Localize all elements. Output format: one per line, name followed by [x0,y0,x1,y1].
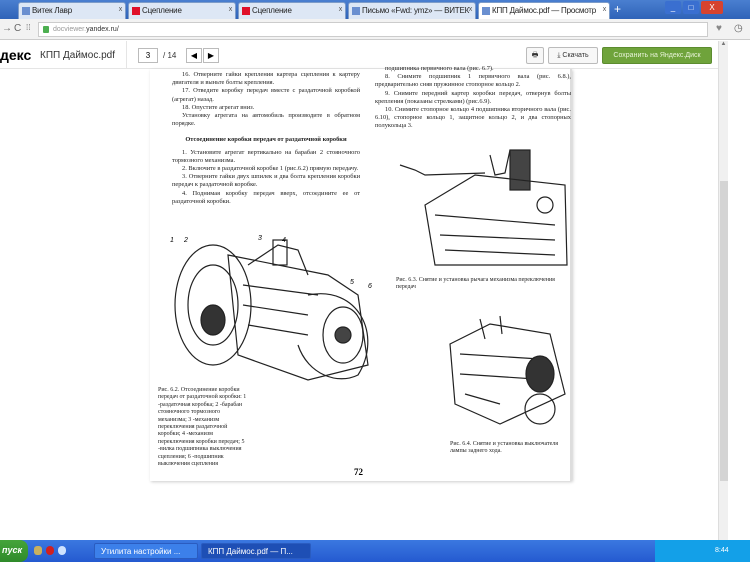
save-to-disk-button[interactable]: Сохранить на Яндекс.Диск [602,47,712,64]
paragraph: подшипника первичного вала (рис. 6.7). [385,65,494,72]
figure-6-3-caption: Рис. 6.3. Снятие и установка рычага меха… [396,277,571,292]
scrollbar[interactable]: ▲ [718,41,728,540]
tab-label: Сцепление [252,6,292,15]
page-number: 72 [354,467,363,477]
left-column: 16. Отверните гайки крепления картера сц… [172,71,360,206]
close-window-button[interactable]: X [701,1,723,14]
page-number-input[interactable]: 3 [138,48,158,63]
gearbox-illustration [174,239,369,381]
paragraph: 10. Снимите стопорное кольцо 4 подшипник… [375,106,571,130]
quicklaunch-icon[interactable] [34,546,42,555]
pdf-page: 16. Отверните гайки крепления картера сц… [150,65,572,481]
callout-label: 2 [184,237,188,244]
callout-label: 1 [170,237,174,244]
apps-icon[interactable]: ⁞⁞ [26,23,30,32]
close-icon[interactable]: x [603,6,607,13]
section-heading: Отсоединение коробки передач от раздаточ… [185,136,347,144]
url-prefix: docviewer. [53,26,87,33]
clock: 8:44 [715,547,729,554]
taskbar: пуск Утилита настройки ... КПП Даймос.pd… [0,540,750,562]
toolbar-divider [126,41,127,69]
lock-icon [43,26,49,33]
paragraph: 17. Отведите коробку передач вместе с ра… [172,87,360,103]
mail-icon [352,7,360,15]
tab[interactable]: Сцепление x [128,2,236,19]
paragraph: 2. Включите в раздаточной коробке 1 (рис… [182,165,359,173]
page-total: / 14 [163,51,177,60]
callout-label: 6 [368,283,372,290]
opera-icon [242,7,250,15]
tab[interactable]: Витек Лавр x [18,2,126,19]
url-domain: yandex.ru/ [86,26,119,33]
taskbar-item-active[interactable]: КПП Даймос.pdf — П... [201,543,311,559]
close-icon[interactable]: x [469,6,473,13]
new-tab-button[interactable]: + [614,2,621,16]
callout-label: 4 [282,237,286,244]
system-tray: 8:44 [655,540,750,562]
start-button[interactable]: пуск [0,540,28,562]
close-icon[interactable]: x [339,6,343,13]
viewer-toolbar: декс КПП Даймос.pdf 3 / 14 ◀ ▶ 🖶 ⤓ Скача… [0,41,718,69]
taskbar-item[interactable]: Утилита настройки ... [94,543,198,559]
paragraph: 3. Отверните гайки двух шпилек и два бол… [172,173,360,189]
file-name: КПП Даймос.pdf [40,50,116,61]
next-page-button[interactable]: ▶ [203,48,219,63]
yandex-logo[interactable]: декс [0,47,31,63]
callout-label: 3 [258,235,262,242]
tab-label: КПП Даймос.pdf — Просмотр [492,6,596,15]
caption-text: Рис. 6.2. Отсоединение коробки передач о… [158,387,247,468]
paragraph: 18. Опустите агрегат вниз. [182,103,255,111]
figure-6-4-caption: Рис. 6.4. Снятие и установка выключателя… [450,441,572,456]
tab-label: Письмо «Fwd: ymz» — ВИТЕК [362,6,470,15]
close-icon[interactable]: x [229,6,233,13]
page-icon [482,7,490,15]
forward-icon[interactable]: → [2,23,12,34]
tab-bar: Витек Лавр x Сцепление x Сцепление x Письмо… [0,0,750,19]
opera-icon[interactable] [46,546,54,555]
tab[interactable]: Письмо «Fwd: ymz» — ВИТЕК x [348,2,476,19]
callout-label: 5 [350,279,354,286]
reload-icon[interactable]: C [14,23,21,34]
ie-icon[interactable] [58,546,66,555]
timer-icon[interactable]: ◷ [734,23,743,34]
tab[interactable]: Сцепление x [238,2,346,19]
lever-removal-illustration [399,149,568,266]
opera-icon [132,7,140,15]
taskbar-item-label: Утилита настройки ... [101,547,181,556]
url-input[interactable]: docviewer.yandex.ru/ [38,22,708,37]
paragraph: 1. Установите агрегат вертикально на бар… [172,148,360,164]
paragraph: 16. Отверните гайки крепления картера сц… [172,71,360,87]
page-icon [22,7,30,15]
download-label: Скачать [562,52,589,59]
maximize-button[interactable]: □ [683,1,699,14]
paragraph: 4. Поднимая коробку передач вверх, отсое… [172,189,360,205]
paragraph: Установку агрегата на автомобиль произво… [172,112,360,128]
paragraph: 8. Снимите подшипник 1 первичного вала (… [375,73,571,89]
close-icon[interactable]: x [119,6,123,13]
figure-6-2-caption: Рис. 6.2. Отсоединение коробки передач о… [158,387,250,468]
switch-removal-illustration [449,315,566,425]
caption-text: Рис. 6.4. Снятие и установка выключателя… [450,441,559,455]
tab-active[interactable]: КПП Даймос.pdf — Просмотр x [478,2,610,19]
tab-label: Сцепление [142,6,182,15]
heart-icon[interactable]: ♥ [716,23,722,34]
paragraph: 9. Снимите передний картер коробки перед… [375,89,571,105]
caption-text: Рис. 6.3. Снятие и установка рычага меха… [396,277,555,291]
download-button[interactable]: ⤓ Скачать [548,47,598,64]
right-column: подшипника первичного вала (рис. 6.7). 8… [375,65,571,131]
minimize-button[interactable]: _ [665,1,681,14]
taskbar-item-label: КПП Даймос.pdf — П... [208,547,293,556]
scroll-up-icon[interactable]: ▲ [719,41,728,47]
prev-page-button[interactable]: ◀ [186,48,202,63]
address-bar: → C ⁞⁞ docviewer.yandex.ru/ ♥ ◷ [0,19,750,40]
scroll-thumb[interactable] [720,181,728,481]
tab-label: Витек Лавр [32,6,72,15]
print-button[interactable]: 🖶 [526,47,544,64]
